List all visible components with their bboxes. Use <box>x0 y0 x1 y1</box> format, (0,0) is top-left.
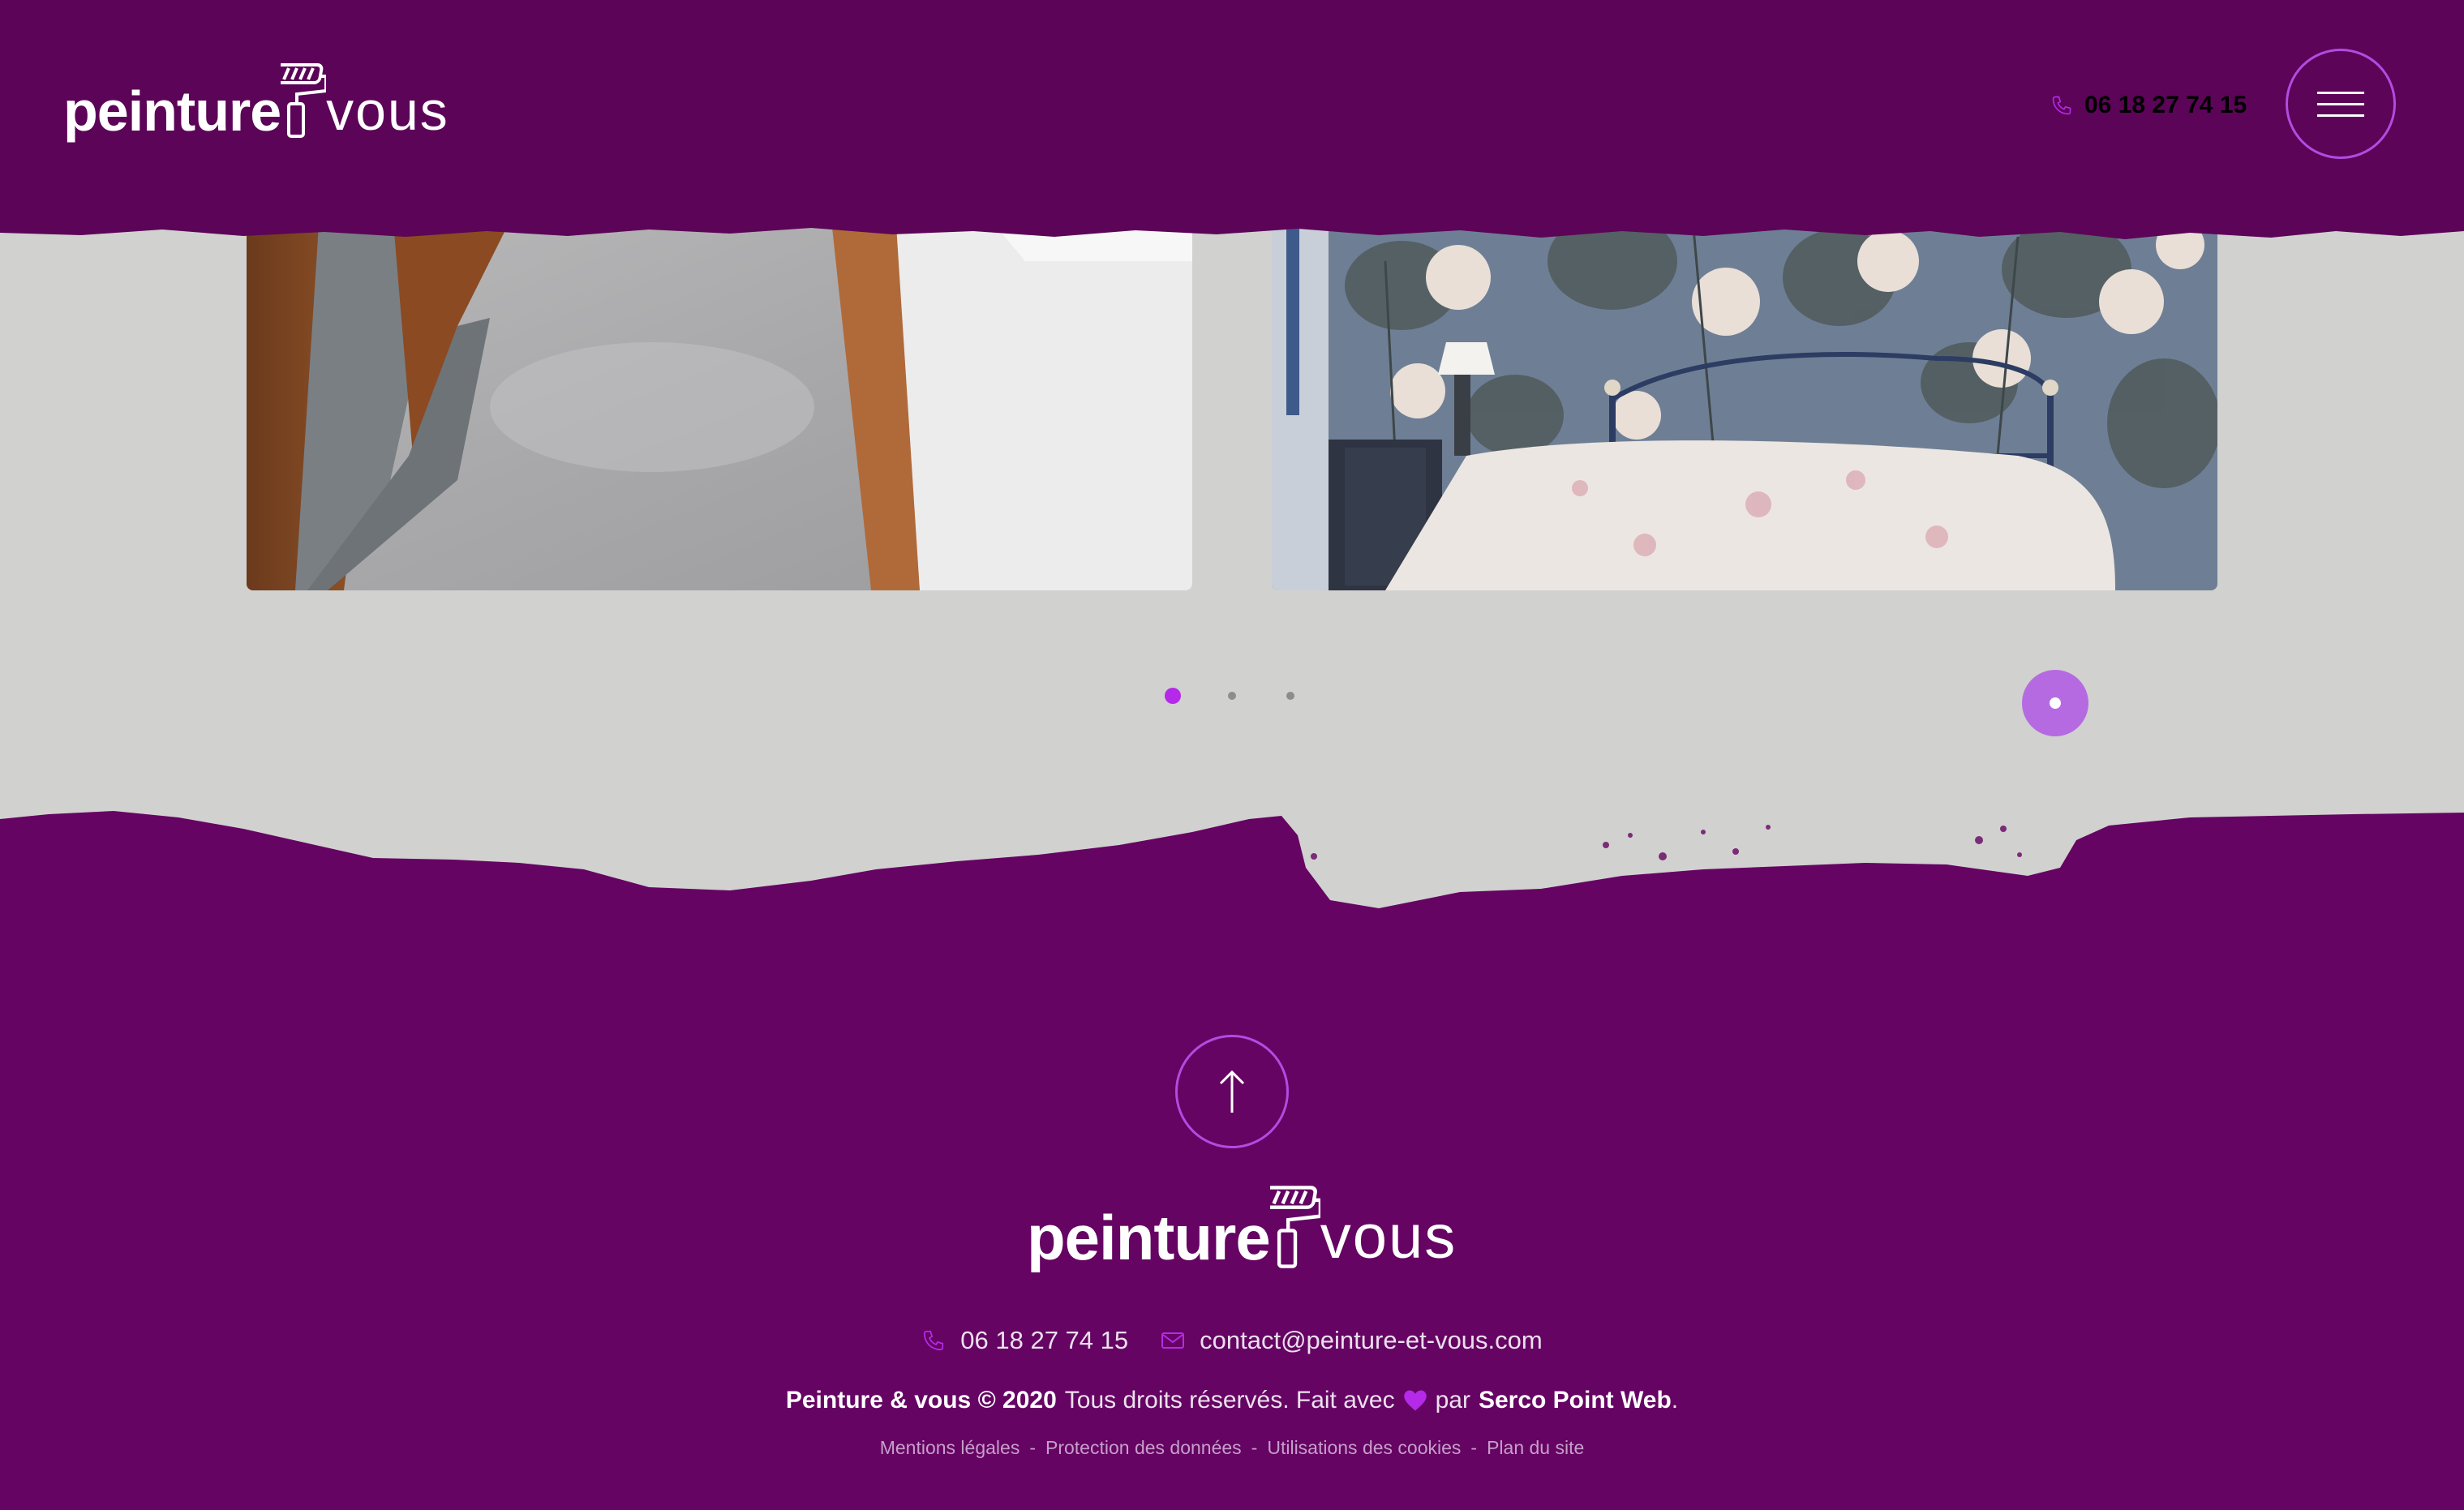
footer-phone-link[interactable]: 06 18 27 74 15 <box>960 1326 1128 1355</box>
site-header: peinture vous 06 18 27 74 15 <box>0 0 2464 219</box>
gallery-image-hallway[interactable] <box>247 212 1192 590</box>
legal-separator: - <box>1029 1436 1036 1458</box>
legal-separator: - <box>1470 1436 1478 1458</box>
footer-logo[interactable]: peinture vous <box>1027 1181 1457 1270</box>
footer-email-link[interactable]: contact@peinture-et-vous.com <box>1200 1326 1543 1355</box>
carousel-dot-1[interactable] <box>1165 688 1181 704</box>
hamburger-menu-icon <box>2317 91 2364 94</box>
site-logo[interactable]: peinture vous <box>63 58 449 139</box>
logo-word-peinture: peinture <box>1027 1202 1271 1273</box>
paint-roller-icon <box>281 62 327 139</box>
hallway-floor-photo <box>247 212 1192 590</box>
back-to-top-button[interactable] <box>1175 1035 1289 1148</box>
site-footer: peinture vous 06 18 27 74 15 contact@pei… <box>0 933 2464 1510</box>
phone-icon <box>2052 96 2071 115</box>
arrow-up-icon <box>1219 1070 1245 1113</box>
gallery-image-bedroom[interactable] <box>1272 212 2217 590</box>
legal-link-protection[interactable]: Protection des données <box>1045 1437 1242 1459</box>
logo-word-vous: vous <box>326 80 449 142</box>
paint-roller-icon <box>1269 1184 1320 1270</box>
legal-link-cookies[interactable]: Utilisations des cookies <box>1267 1437 1461 1459</box>
header-phone-link[interactable]: 06 18 27 74 15 <box>2050 88 2247 123</box>
agency-link[interactable]: Serco Point Web <box>1479 1387 1672 1413</box>
torn-paint-edge <box>0 207 2464 239</box>
envelope-icon <box>1161 1332 1185 1349</box>
bedroom-floral-wallpaper-photo <box>1272 212 2217 590</box>
copyright-line: Peinture & vous © 2020 Tous droits réser… <box>0 1382 2464 1419</box>
legal-link-sitemap[interactable]: Plan du site <box>1487 1437 1584 1459</box>
floating-action-button[interactable] <box>2022 670 2088 736</box>
copyright-brand: Peinture & vous © 2020 <box>785 1387 1057 1413</box>
logo-word-peinture: peinture <box>63 79 281 143</box>
header-phone-number: 06 18 27 74 15 <box>2084 92 2247 118</box>
copyright-text: Tous droits réservés. Fait avec <box>1064 1387 1395 1413</box>
menu-button[interactable] <box>2286 49 2396 159</box>
dot-icon <box>2050 697 2061 709</box>
carousel-dot-2[interactable] <box>1228 692 1236 700</box>
legal-links: Mentions légales - Protection des donnée… <box>0 1434 2464 1461</box>
copyright-period: . <box>1671 1387 1679 1413</box>
copyright-par: par <box>1435 1387 1470 1413</box>
phone-icon <box>924 1330 944 1351</box>
legal-link-mentions[interactable]: Mentions légales <box>880 1437 1020 1459</box>
carousel-dot-3[interactable] <box>1286 692 1294 700</box>
logo-word-vous: vous <box>1320 1203 1457 1272</box>
legal-separator: - <box>1251 1436 1258 1458</box>
heart-icon <box>1403 1390 1427 1411</box>
paint-brush-edge <box>0 811 2464 941</box>
footer-contact: 06 18 27 74 15 contact@peinture-et-vous.… <box>0 1322 2464 1359</box>
